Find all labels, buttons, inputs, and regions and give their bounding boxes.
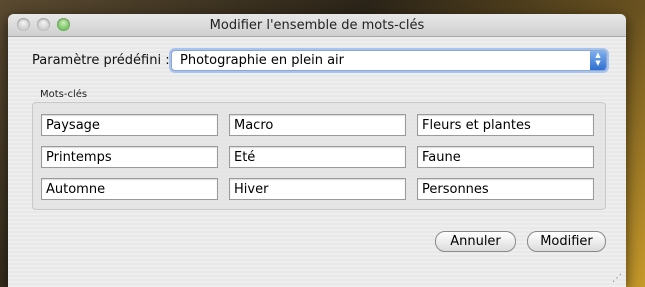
keyword-value: Macro xyxy=(234,118,274,133)
keyword-field[interactable]: Eté xyxy=(229,146,406,168)
title-bar: Modifier l'ensemble de mots-clés xyxy=(8,14,626,37)
resize-grip-icon[interactable]: ⋰ xyxy=(612,273,624,285)
modify-button[interactable]: Modifier xyxy=(527,231,606,252)
keyword-value: Personnes xyxy=(422,182,489,197)
keyword-value: Faune xyxy=(422,150,461,165)
preset-label: Paramètre prédéfini : xyxy=(32,53,170,68)
keywords-group-label: Mots-clés xyxy=(40,89,88,100)
keyword-field[interactable]: Faune xyxy=(417,146,594,168)
window-title: Modifier l'ensemble de mots-clés xyxy=(209,18,425,33)
keyword-value: Automne xyxy=(46,182,106,197)
cancel-button[interactable]: Annuler xyxy=(435,231,516,252)
keyword-field[interactable]: Fleurs et plantes xyxy=(417,114,594,136)
keyword-field[interactable]: Personnes xyxy=(417,178,594,200)
keyword-field[interactable]: Automne xyxy=(41,178,218,200)
keyword-value: Printemps xyxy=(46,150,112,165)
dialog-window: Modifier l'ensemble de mots-clés Paramèt… xyxy=(8,14,626,287)
keyword-value: Eté xyxy=(234,150,256,165)
keyword-field[interactable]: Printemps xyxy=(41,146,218,168)
preset-value: Photographie en plein air xyxy=(180,53,345,68)
select-arrows-icon: ▲ ▼ xyxy=(590,51,606,70)
keyword-value: Hiver xyxy=(234,182,269,197)
keyword-value: Paysage xyxy=(46,118,100,133)
keyword-field[interactable]: Paysage xyxy=(41,114,218,136)
keyword-field[interactable]: Hiver xyxy=(229,178,406,200)
keyword-field[interactable]: Macro xyxy=(229,114,406,136)
keyword-value: Fleurs et plantes xyxy=(422,118,531,133)
preset-select[interactable]: Photographie en plein air ▲ ▼ xyxy=(171,50,607,71)
keywords-group: Paysage Macro Fleurs et plantes Printemp… xyxy=(32,102,606,210)
